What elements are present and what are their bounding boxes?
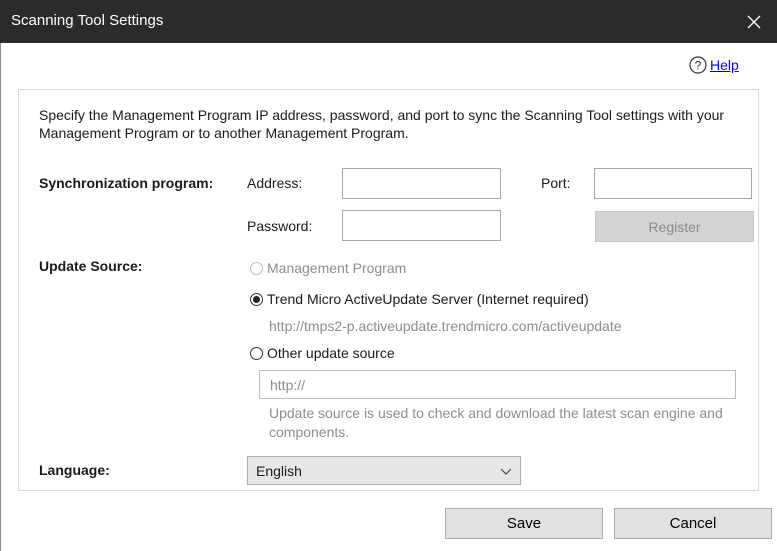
close-icon: [747, 15, 761, 28]
cancel-button[interactable]: Cancel: [614, 508, 772, 539]
radio-trend-micro[interactable]: Trend Micro ActiveUpdate Server (Interne…: [250, 291, 589, 307]
port-label: Port:: [541, 175, 571, 191]
window-title: Scanning Tool Settings: [11, 12, 164, 29]
help-link-group[interactable]: ? Help: [689, 56, 739, 74]
port-input[interactable]: [594, 168, 752, 199]
update-source-help-text: Update source is used to check and downl…: [269, 405, 723, 440]
language-label: Language:: [39, 462, 110, 478]
address-input[interactable]: [342, 168, 501, 199]
password-label: Password:: [247, 218, 313, 234]
register-button[interactable]: Register: [595, 211, 754, 242]
help-circle-icon: ?: [689, 56, 707, 74]
title-bar: Scanning Tool Settings: [0, 0, 777, 43]
svg-text:?: ?: [695, 59, 702, 73]
radio-other-label: Other update source: [267, 345, 395, 361]
close-button[interactable]: [731, 0, 777, 43]
update-source-label: Update Source:: [39, 258, 143, 274]
trend-url-text: http://tmps2-p.activeupdate.trendmicro.c…: [269, 318, 622, 334]
radio-button[interactable]: [250, 346, 263, 360]
language-selected-value: English: [256, 462, 302, 479]
address-label: Address:: [247, 175, 303, 191]
sync-program-label: Synchronization program:: [39, 175, 214, 191]
radio-trend-label: Trend Micro ActiveUpdate Server (Interne…: [267, 291, 589, 307]
description-text: Specify the Management Program IP addres…: [39, 107, 725, 141]
chevron-down-icon: [500, 468, 512, 475]
radio-button-selected[interactable]: [250, 292, 263, 306]
radio-button[interactable]: [250, 261, 263, 275]
help-link[interactable]: Help: [710, 57, 739, 73]
save-button[interactable]: Save: [445, 508, 603, 539]
radio-other-source[interactable]: Other update source: [250, 345, 395, 361]
other-source-input[interactable]: http://: [259, 370, 736, 399]
window-border: [0, 43, 1, 551]
radio-management-label: Management Program: [267, 260, 407, 276]
password-input[interactable]: [342, 210, 501, 241]
radio-management-program[interactable]: Management Program: [250, 260, 406, 276]
language-select[interactable]: English: [247, 456, 521, 485]
